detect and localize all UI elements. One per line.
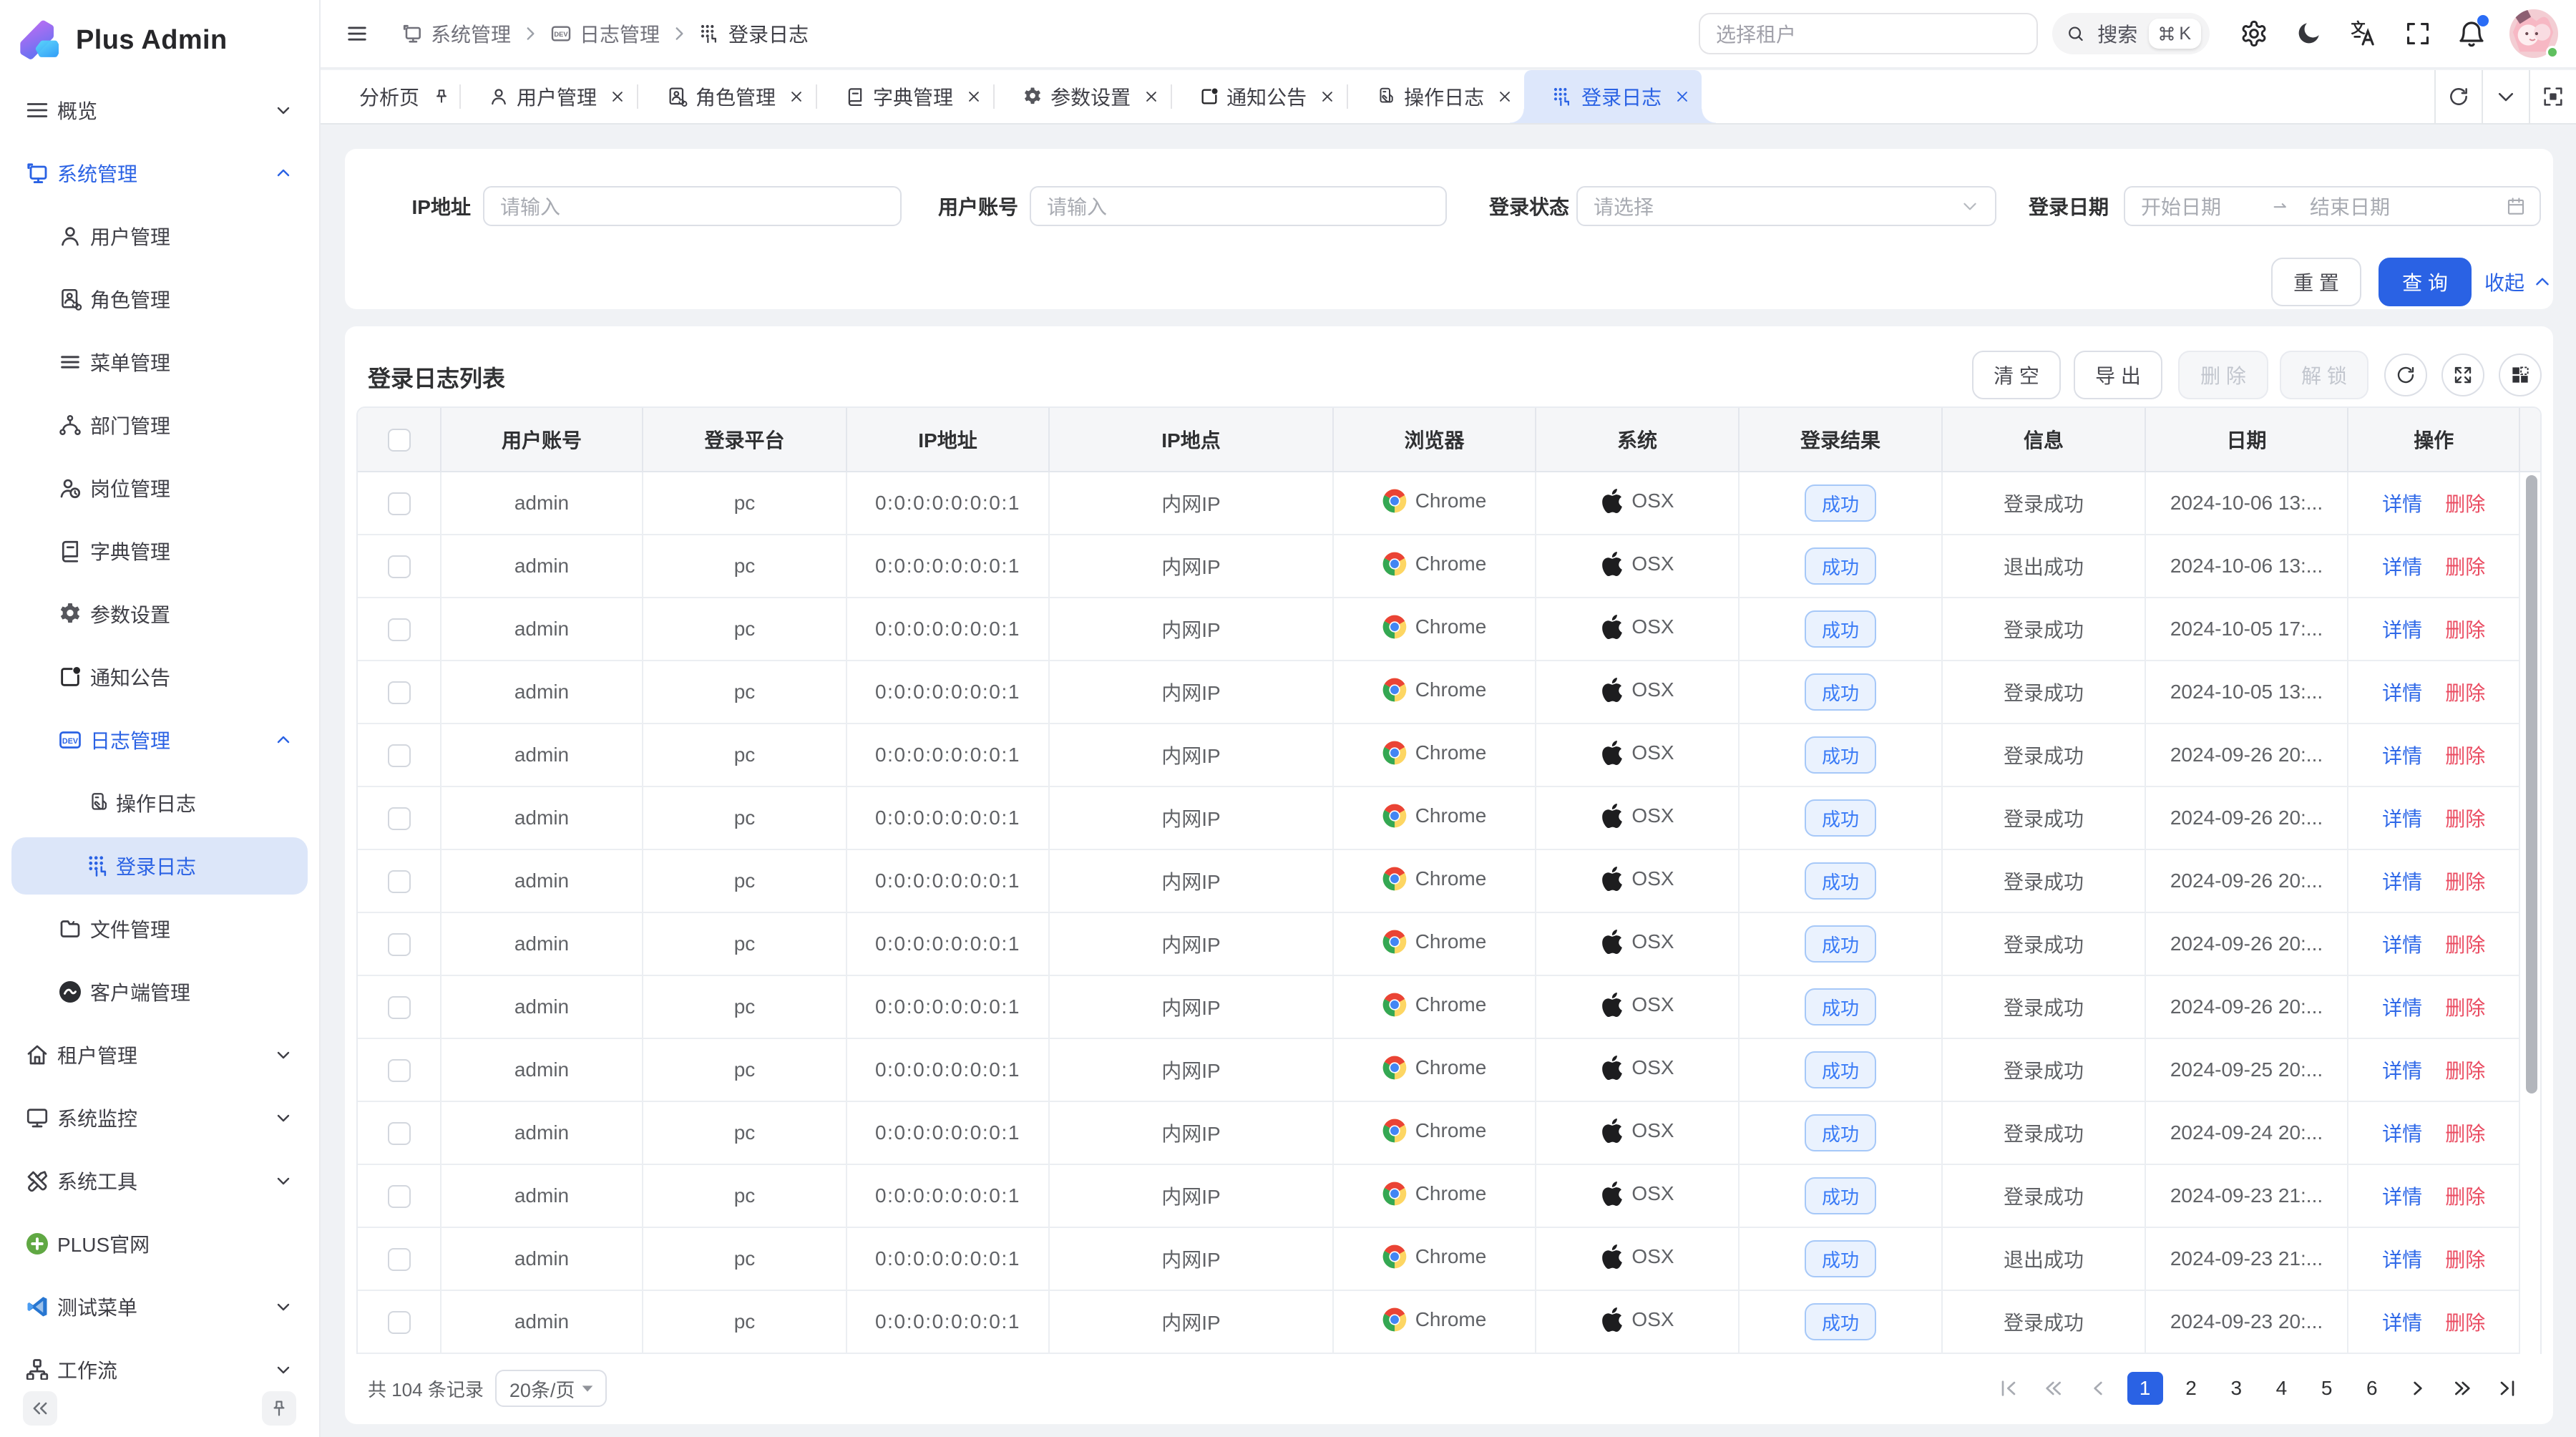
svg-text:DEV: DEV [62,737,79,746]
svg-text:DEV: DEV [554,31,568,38]
svg-text:文: 文 [2351,19,2366,36]
